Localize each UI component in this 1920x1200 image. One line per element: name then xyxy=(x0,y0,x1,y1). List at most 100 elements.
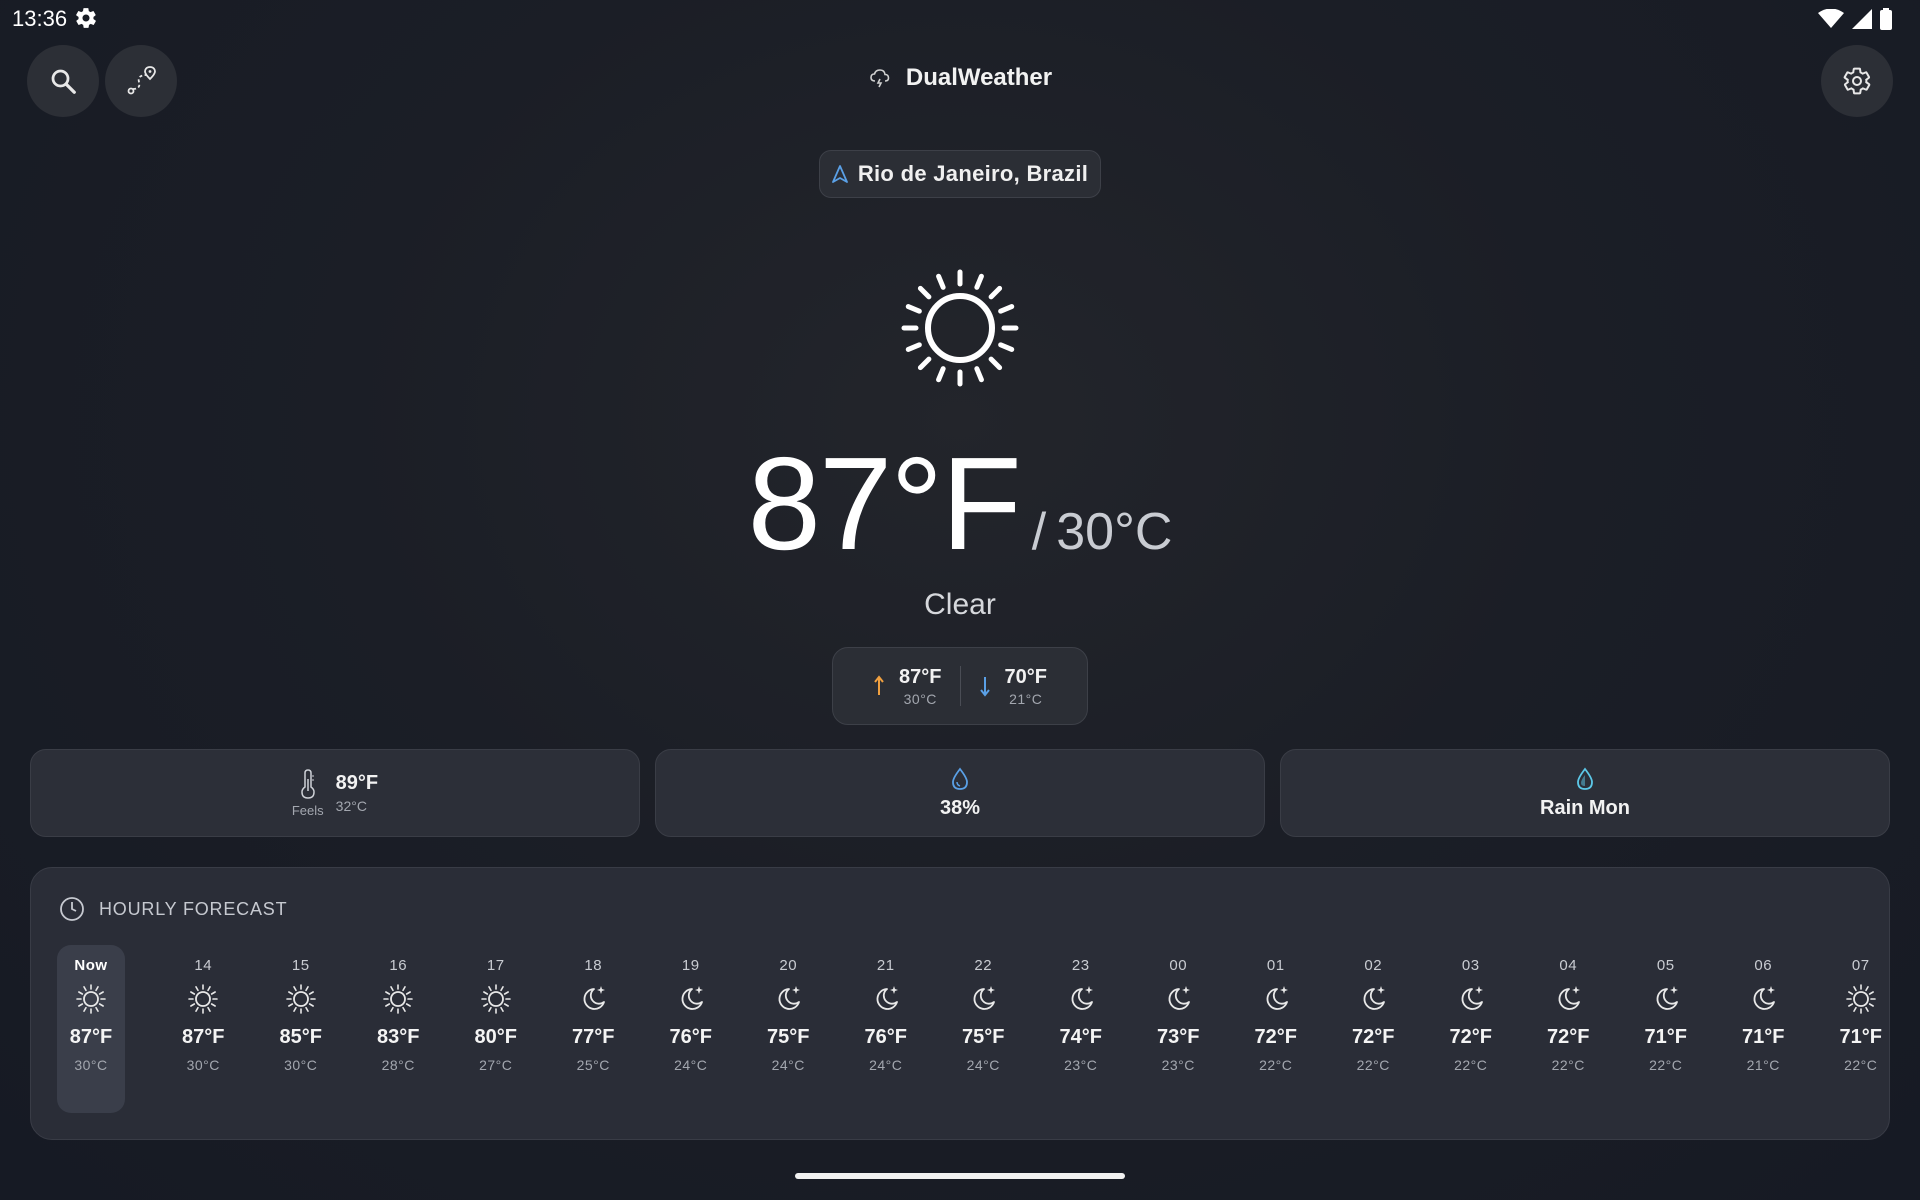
hour-label: 15 xyxy=(291,957,310,974)
hourly-item: 23 74°F 23°C xyxy=(1032,945,1130,1113)
navigation-icon xyxy=(831,165,848,183)
hour-label: 02 xyxy=(1364,957,1383,974)
home-indicator[interactable] xyxy=(795,1173,1125,1179)
hour-temp-c: 22°C xyxy=(1454,1057,1488,1073)
wifi-icon xyxy=(1818,9,1844,28)
sun-icon xyxy=(186,982,220,1016)
hourly-item: 01 72°F 22°C xyxy=(1227,945,1325,1113)
hour-temp-c: 24°C xyxy=(771,1057,805,1073)
moon-icon xyxy=(1649,982,1683,1016)
moon-icon xyxy=(1064,982,1098,1016)
arrow-down-icon xyxy=(979,677,990,697)
hour-temp-f: 80°F xyxy=(474,1026,517,1048)
rain-card[interactable]: Rain Mon xyxy=(1280,749,1890,837)
sun-icon xyxy=(479,982,513,1016)
hourly-item: 05 71°F 22°C xyxy=(1617,945,1715,1113)
sun-icon xyxy=(74,982,108,1016)
hourly-item: 00 73°F 23°C xyxy=(1130,945,1228,1113)
hour-temp-f: 75°F xyxy=(962,1026,1005,1048)
app-header: DualWeather xyxy=(0,64,1920,92)
temp-celsius: 30°C xyxy=(1056,503,1173,561)
hour-label: 04 xyxy=(1559,957,1578,974)
hour-temp-c: 22°C xyxy=(1649,1057,1683,1073)
droplet-icon xyxy=(952,767,968,790)
high-temp: 87°F 30°C xyxy=(855,666,959,707)
hour-temp-f: 71°F xyxy=(1839,1026,1882,1048)
hour-label: 19 xyxy=(681,957,700,974)
hour-label: 18 xyxy=(584,957,603,974)
hour-temp-f: 72°F xyxy=(1547,1026,1590,1048)
low-f: 70°F xyxy=(1004,665,1047,688)
feels-c: 32°C xyxy=(335,798,367,814)
hour-temp-c: 30°C xyxy=(74,1057,108,1073)
hour-label: 22 xyxy=(974,957,993,974)
hour-label: 14 xyxy=(194,957,213,974)
hour-temp-c: 24°C xyxy=(674,1057,708,1073)
hour-temp-c: 23°C xyxy=(1064,1057,1098,1073)
hour-temp-f: 85°F xyxy=(279,1026,322,1048)
hour-temp-c: 22°C xyxy=(1551,1057,1585,1073)
temp-separator: / xyxy=(1031,503,1047,561)
hourly-item: 20 75°F 24°C xyxy=(740,945,838,1113)
hourly-forecast-panel: HOURLY FORECAST Now 87°F 30°C 14 87°F 30°C 15 8… xyxy=(30,867,1890,1140)
temp-fahrenheit: 87°F xyxy=(747,430,1022,577)
hourly-list[interactable]: Now 87°F 30°C 14 87°F 30°C 15 85°F 30°C 16 83°F 28°… xyxy=(57,945,1889,1113)
hour-temp-c: 27°C xyxy=(479,1057,513,1073)
rain-drop-icon xyxy=(1577,767,1593,790)
hourly-item: 19 76°F 24°C xyxy=(642,945,740,1113)
hourly-item: 07 71°F 22°C xyxy=(1812,945,1889,1113)
hour-temp-f: 72°F xyxy=(1352,1026,1395,1048)
hourly-item: 15 85°F 30°C xyxy=(252,945,350,1113)
hour-temp-c: 30°C xyxy=(186,1057,220,1073)
hourly-item: 03 72°F 22°C xyxy=(1422,945,1520,1113)
hour-temp-c: 23°C xyxy=(1161,1057,1195,1073)
hour-temp-f: 75°F xyxy=(767,1026,810,1048)
low-temp: 70°F 21°C xyxy=(961,666,1065,707)
condition-text: Clear xyxy=(924,588,996,621)
arrow-up-icon xyxy=(874,675,884,695)
hour-temp-f: 71°F xyxy=(1742,1026,1785,1048)
moon-icon xyxy=(1551,982,1585,1016)
low-c: 21°C xyxy=(1009,690,1043,707)
clock-icon xyxy=(60,897,84,921)
feels-f: 89°F xyxy=(335,772,379,794)
hour-temp-c: 21°C xyxy=(1746,1057,1780,1073)
hour-label: 20 xyxy=(779,957,798,974)
humidity-card[interactable]: 38% xyxy=(655,749,1265,837)
hour-temp-c: 28°C xyxy=(381,1057,415,1073)
hourly-item: 06 71°F 21°C xyxy=(1715,945,1813,1113)
hourly-item: 18 77°F 25°C xyxy=(545,945,643,1113)
humidity-value: 38% xyxy=(939,796,981,819)
signal-icon xyxy=(1852,9,1872,29)
hour-temp-f: 71°F xyxy=(1644,1026,1687,1048)
moon-icon xyxy=(1454,982,1488,1016)
moon-icon xyxy=(1161,982,1195,1016)
hour-label: 17 xyxy=(486,957,505,974)
hour-temp-f: 74°F xyxy=(1059,1026,1102,1048)
hour-temp-c: 25°C xyxy=(576,1057,610,1073)
status-gear-icon xyxy=(76,8,96,28)
hour-temp-f: 72°F xyxy=(1254,1026,1297,1048)
hour-temp-f: 77°F xyxy=(572,1026,615,1048)
hourly-title: HOURLY FORECAST xyxy=(99,898,288,919)
hour-label: 03 xyxy=(1461,957,1480,974)
hour-temp-f: 83°F xyxy=(377,1026,420,1048)
hour-temp-f: 87°F xyxy=(182,1026,225,1048)
hour-label: 06 xyxy=(1754,957,1773,974)
current-temperature: 87°F / 30°C xyxy=(0,438,1920,570)
hour-temp-f: 76°F xyxy=(864,1026,907,1048)
hour-temp-f: 73°F xyxy=(1157,1026,1200,1048)
moon-icon xyxy=(966,982,1000,1016)
moon-icon xyxy=(869,982,903,1016)
sun-icon xyxy=(284,982,318,1016)
moon-icon xyxy=(1259,982,1293,1016)
hour-label: 00 xyxy=(1169,957,1188,974)
location-selector[interactable]: Rio de Janeiro, Brazil xyxy=(819,150,1101,198)
hourly-item: 17 80°F 27°C xyxy=(447,945,545,1113)
app-title: DualWeather xyxy=(905,64,1053,91)
hour-temp-f: 87°F xyxy=(69,1026,113,1048)
status-time: 13:36 xyxy=(12,6,68,31)
moon-icon xyxy=(576,982,610,1016)
feels-label: Feels xyxy=(291,802,324,818)
feels-like-card[interactable]: Feels 89°F 32°C xyxy=(30,749,640,837)
